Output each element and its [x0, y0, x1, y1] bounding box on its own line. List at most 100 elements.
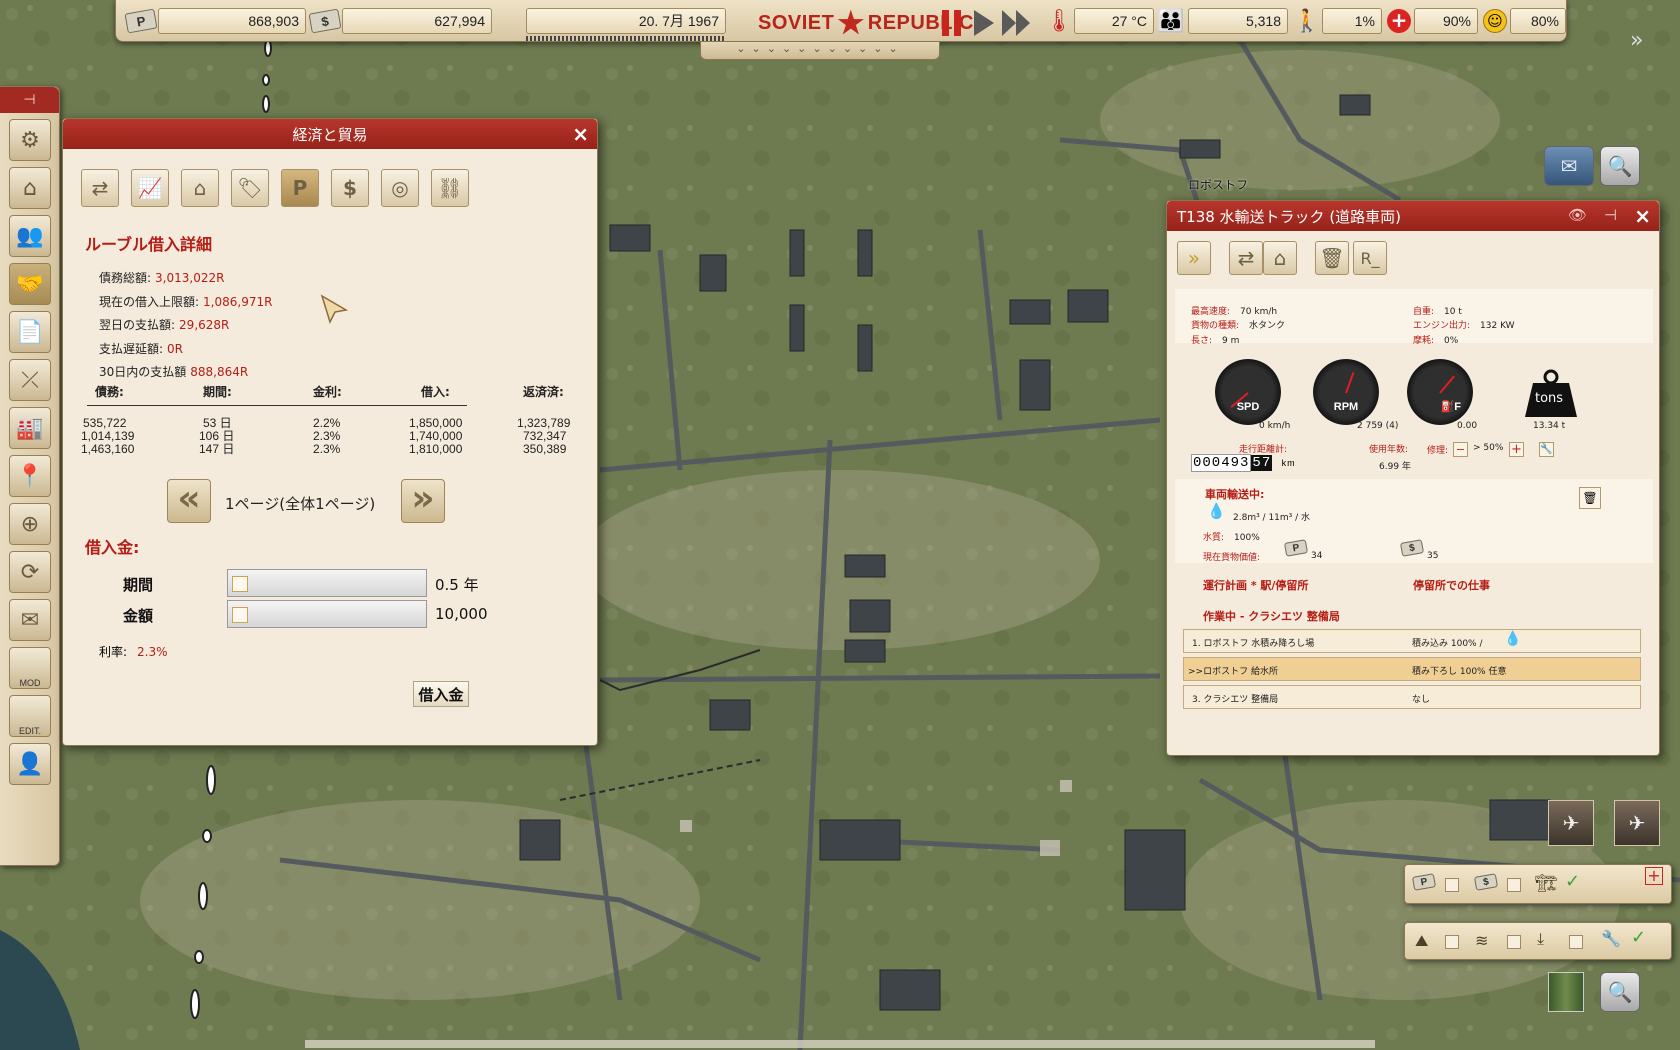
prev-page-button[interactable]: « — [167, 479, 211, 523]
pin-icon[interactable]: ⊣ — [1604, 206, 1617, 224]
warehouse-button[interactable]: ⌂ — [9, 167, 51, 209]
follow-vehicle-button[interactable]: » — [1177, 241, 1211, 275]
vehicle-cycle-button[interactable]: ⟳ — [9, 551, 51, 593]
plane-dollar-button[interactable]: ✈ — [1614, 800, 1660, 846]
settings-gear-button[interactable]: ⚙ — [9, 119, 51, 161]
close-icon[interactable]: × — [1634, 204, 1651, 228]
tools-icon: 🔧 — [1601, 929, 1621, 948]
plane-icon: ✈ — [1562, 811, 1580, 835]
stats-tab-button[interactable]: 📈 — [131, 169, 169, 207]
buildings-button[interactable]: 🏭 — [9, 407, 51, 449]
zoom-search-button-bottom[interactable]: 🔍 — [1600, 972, 1640, 1012]
storage-tab-button[interactable]: ⌂ — [181, 169, 219, 207]
transfer-button[interactable]: ⇄ — [1229, 241, 1263, 275]
water-drop-icon: 💧 — [1504, 631, 1522, 647]
col-repaid: 返済済: — [523, 385, 564, 399]
red-star-icon: ★ — [837, 6, 865, 40]
stop-jobs-link[interactable]: 停留所での仕事 — [1413, 577, 1490, 593]
thermometer-icon: 🌡 — [1045, 8, 1073, 34]
terrain-icon: ⛰ — [1415, 931, 1429, 950]
rename-button[interactable]: R_ — [1353, 241, 1387, 275]
eye-icon[interactable]: 👁 — [1568, 206, 1587, 224]
coins-tab-button[interactable]: ◎ — [381, 169, 419, 207]
dollar-banknote-icon: $ — [1399, 539, 1425, 557]
dig-filter-checkbox[interactable] — [1569, 935, 1583, 949]
messages-button[interactable]: ✉ — [9, 599, 51, 641]
borrow-button[interactable]: 借入金 — [413, 681, 469, 707]
worker-icon: 🚶 — [1293, 8, 1321, 34]
minimap-button[interactable] — [1548, 972, 1584, 1012]
mail-button[interactable]: ✉ — [1544, 146, 1594, 186]
route-stop-3[interactable]: 3. クラシエツ 整備局 なし — [1183, 685, 1641, 709]
dig-icon: ⤓ — [1537, 929, 1545, 948]
stripes-filter-checkbox[interactable] — [1507, 935, 1521, 949]
route-stop-1[interactable]: 1. ロボストフ 水積み降ろし場 積み込み 100% / 💧 — [1183, 629, 1641, 653]
speed-value: 0 km/h — [1259, 421, 1291, 431]
add-building-icon: ⊕ — [20, 511, 40, 537]
home-icon: ⌂ — [1273, 246, 1287, 270]
home-depot-button[interactable]: ⌂ — [1263, 241, 1297, 275]
collapse-right-icon[interactable]: » — [1630, 28, 1643, 53]
slider-knob[interactable] — [232, 576, 248, 592]
handshake-icon: 🤝 — [16, 271, 44, 297]
add-building-button[interactable]: ⊕ — [9, 503, 51, 545]
dollar-filter-checkbox[interactable] — [1507, 878, 1521, 892]
next-page-button[interactable]: » — [401, 479, 445, 523]
repair-wrench-button[interactable]: 🔧 — [1539, 442, 1554, 457]
economy-trade-button[interactable]: 🤝 — [9, 263, 51, 305]
fast-forward-button[interactable] — [1000, 8, 1034, 38]
ruble-filter-checkbox[interactable] — [1445, 878, 1459, 892]
document-icon: 📄 — [16, 319, 44, 345]
map-pin-icon: 📍 — [16, 463, 44, 489]
amount-slider[interactable] — [227, 600, 427, 628]
repair-increase-button[interactable]: + — [1509, 442, 1524, 457]
trade-tab-button[interactable]: ⇄ — [81, 169, 119, 207]
close-icon[interactable]: × — [572, 122, 589, 146]
tons-value: 13.34 t — [1533, 421, 1566, 431]
rubles-icon: P — [124, 6, 158, 36]
editor-button[interactable]: EDIT. — [9, 695, 51, 737]
transport-lines-button[interactable]: ⤫ — [9, 359, 51, 401]
handcuffs-tab-button[interactable]: ⛓ — [431, 169, 469, 207]
delete-vehicle-button[interactable]: 🗑 — [1315, 241, 1349, 275]
route-stop-2[interactable]: >>ロボストフ 給水所 積み下ろし 100% 任意 — [1183, 657, 1641, 681]
slider-knob[interactable] — [232, 607, 248, 623]
repair-decrease-button[interactable]: − — [1453, 442, 1468, 457]
mod-button[interactable]: MOD — [9, 647, 51, 689]
check-icon[interactable]: ✓ — [1565, 871, 1580, 892]
mail-icon: ✉ — [20, 607, 40, 633]
ruble-loans-tab-button[interactable]: P — [281, 169, 319, 207]
period-slider[interactable] — [227, 569, 427, 597]
prices-tab-button[interactable]: 🏷 — [231, 169, 269, 207]
add-icon[interactable]: + — [1645, 867, 1663, 885]
play-button[interactable] — [970, 8, 998, 38]
pause-button[interactable] — [938, 8, 966, 38]
dump-cargo-button[interactable]: 🗑 — [1579, 487, 1601, 509]
documents-button[interactable]: 📄 — [9, 311, 51, 353]
leader-portrait-button[interactable]: 👤 — [9, 743, 51, 785]
vehicle-length: 長さ: 9 m — [1191, 336, 1240, 346]
page-indicator: 1ページ(全体1ページ) — [225, 495, 376, 513]
zoom-search-button[interactable]: 🔍 — [1600, 146, 1640, 186]
top-expand-strip[interactable]: ⌄⌄⌄⌄⌄⌄⌄⌄⌄⌄⌄ — [700, 42, 940, 60]
dollar-loans-tab-button[interactable]: $ — [331, 169, 369, 207]
vehicle-panel-header[interactable]: T138 水輸送トラック (道路車両) 👁 ⊣ × — [1167, 201, 1659, 231]
terrain-filter-checkbox[interactable] — [1445, 935, 1459, 949]
chart-icon: 📈 — [137, 176, 163, 200]
unemployment-value: 1% — [1322, 8, 1382, 34]
citizens-button[interactable]: 👥 — [9, 215, 51, 257]
check-icon[interactable]: ✓ — [1631, 927, 1646, 948]
pin-icon[interactable]: ⊣ — [0, 87, 59, 113]
overdue-row: 支払遅延額: 0R — [99, 342, 184, 356]
economy-panel-header[interactable]: 経済と貿易 × — [63, 119, 597, 149]
left-sidebar: ⊣ ⚙ ⌂ 👥 🤝 📄 ⤫ 🏭 📍 ⊕ ⟳ ✉ MOD EDIT. 👤 — [0, 86, 60, 866]
vehicle-weight: 自重: 10 t — [1413, 307, 1462, 317]
period-label: 期間 — [123, 576, 154, 594]
magnifier-icon: 🔍 — [1607, 980, 1633, 1004]
plane-ruble-button[interactable]: ✈ — [1548, 800, 1594, 846]
amount-value: 10,000 — [435, 605, 488, 623]
location-button[interactable]: 📍 — [9, 455, 51, 497]
stripes-icon: ≋ — [1475, 931, 1489, 950]
route-link[interactable]: 運行計画 * 駅/停留所 — [1203, 577, 1308, 593]
vehicle-cycle-icon: ⟳ — [20, 559, 40, 585]
